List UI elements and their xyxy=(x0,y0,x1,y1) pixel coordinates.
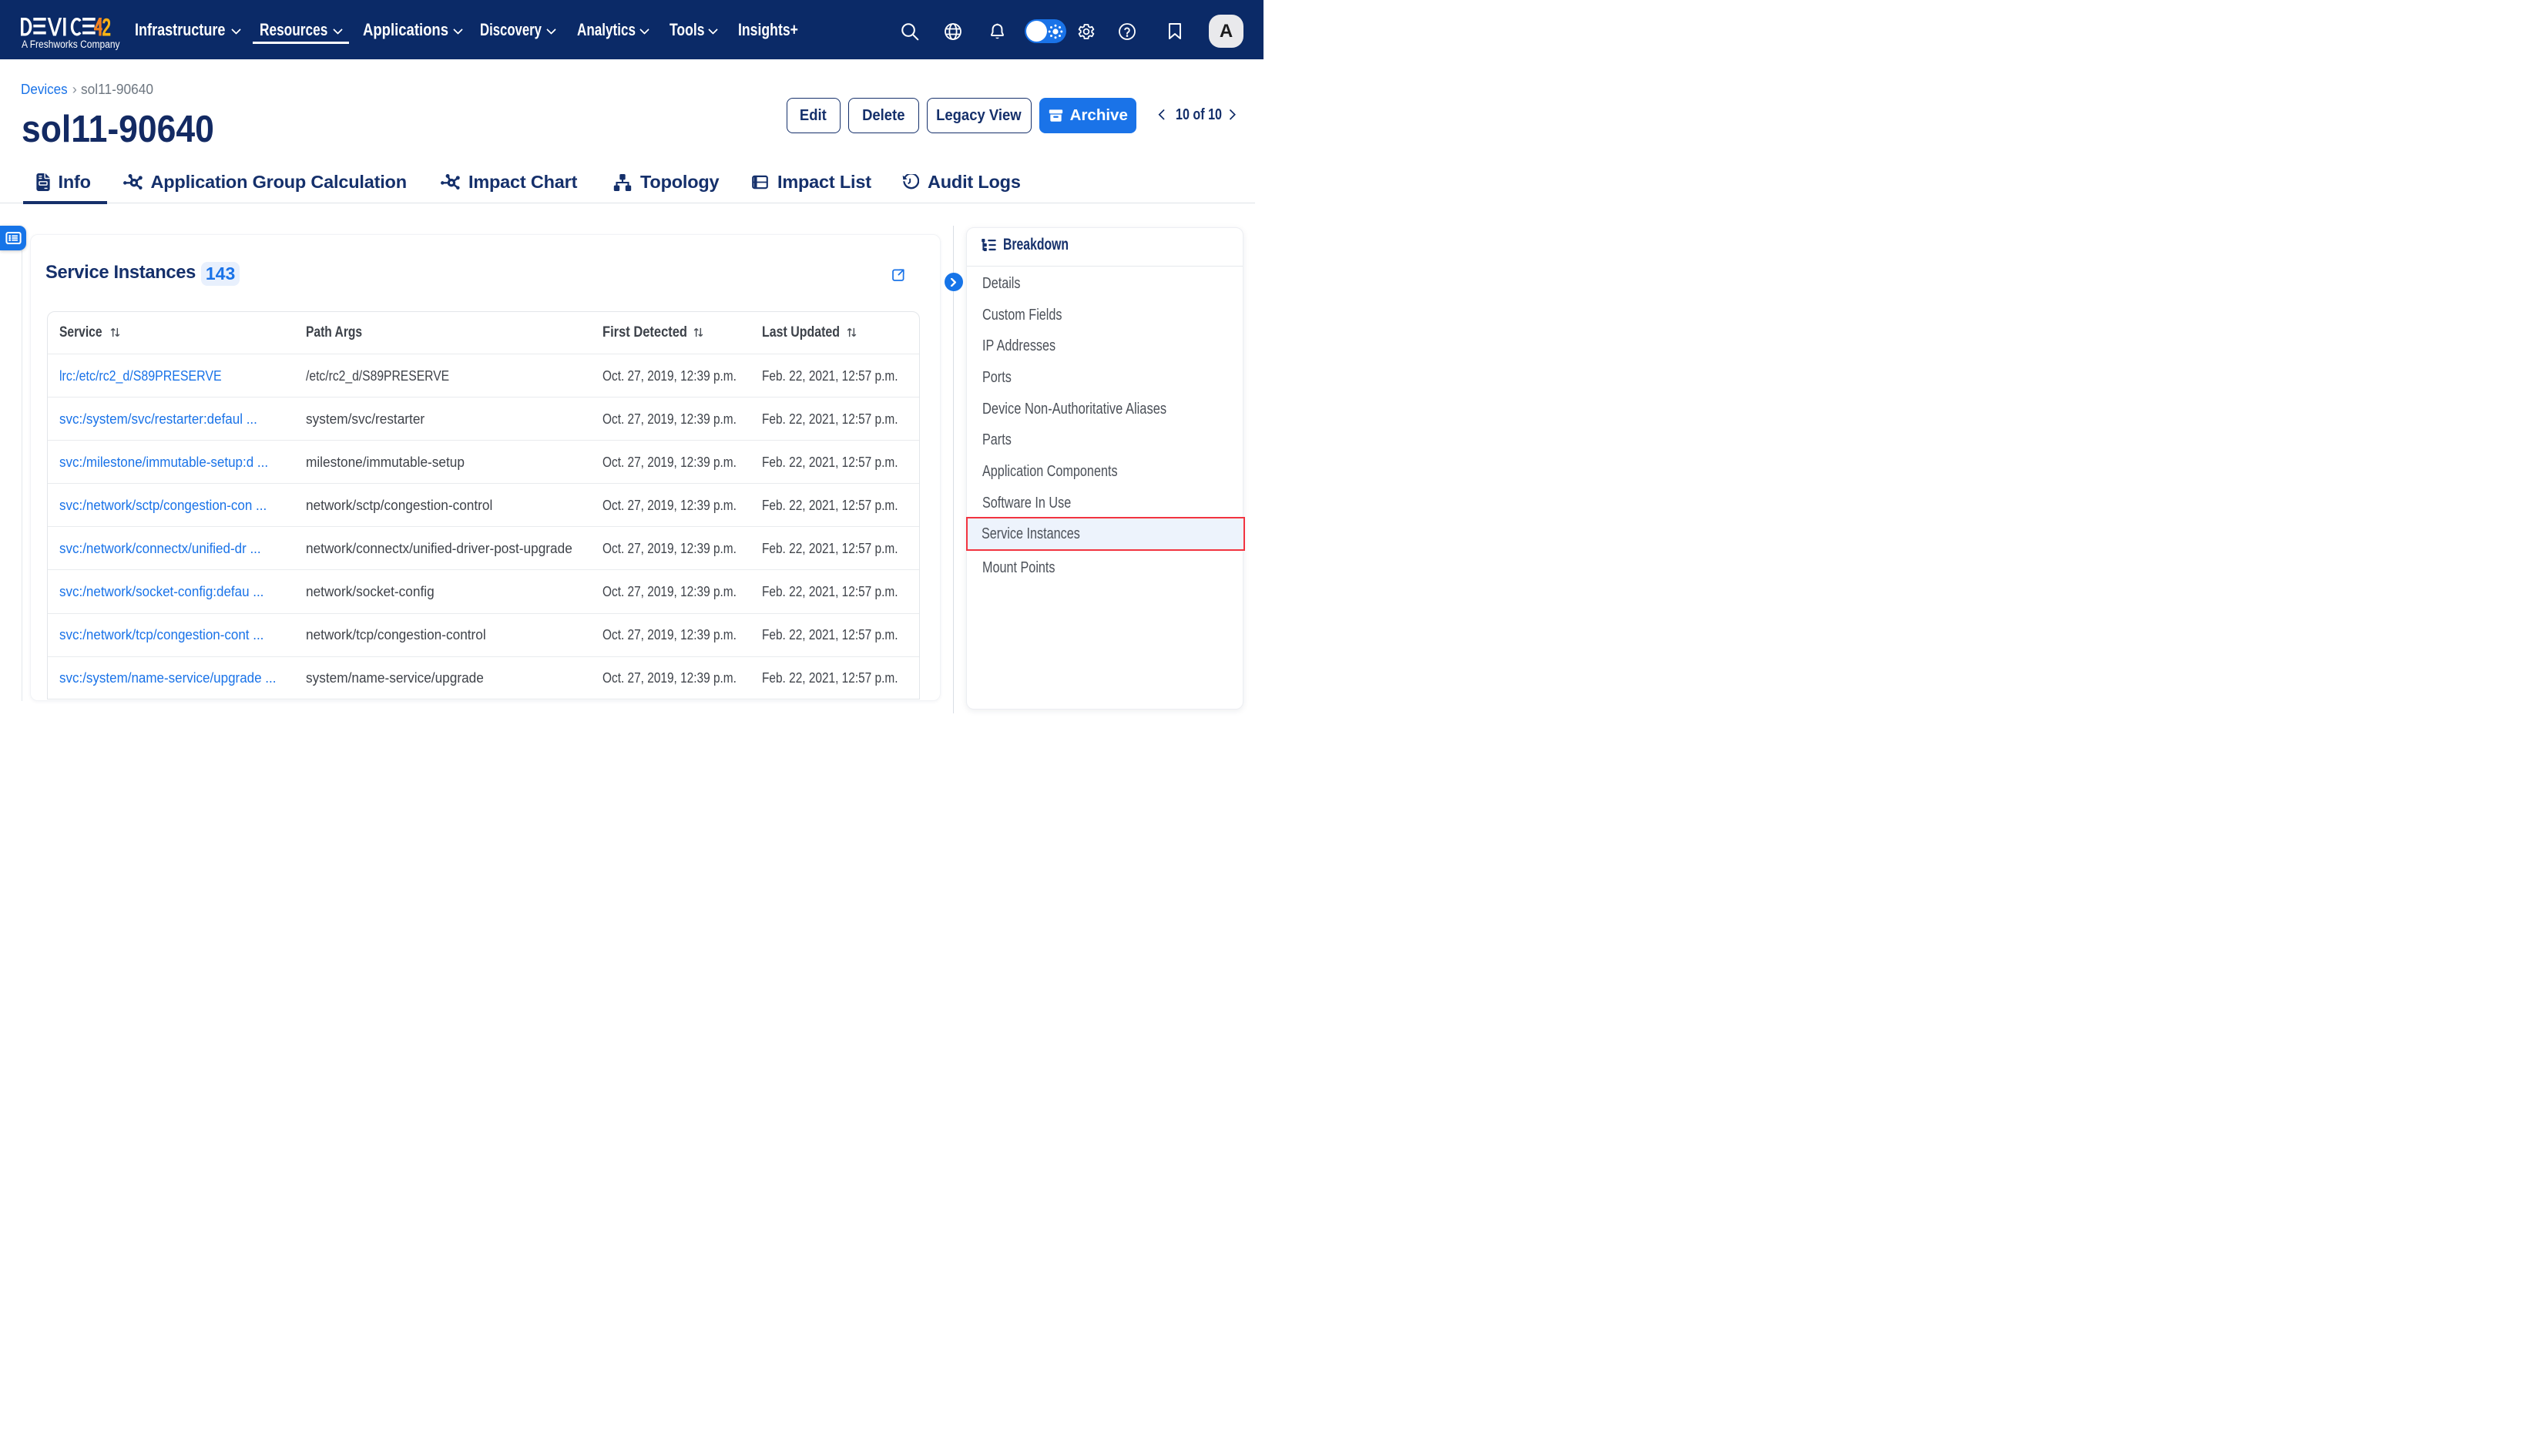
svg-text:2: 2 xyxy=(102,18,111,42)
